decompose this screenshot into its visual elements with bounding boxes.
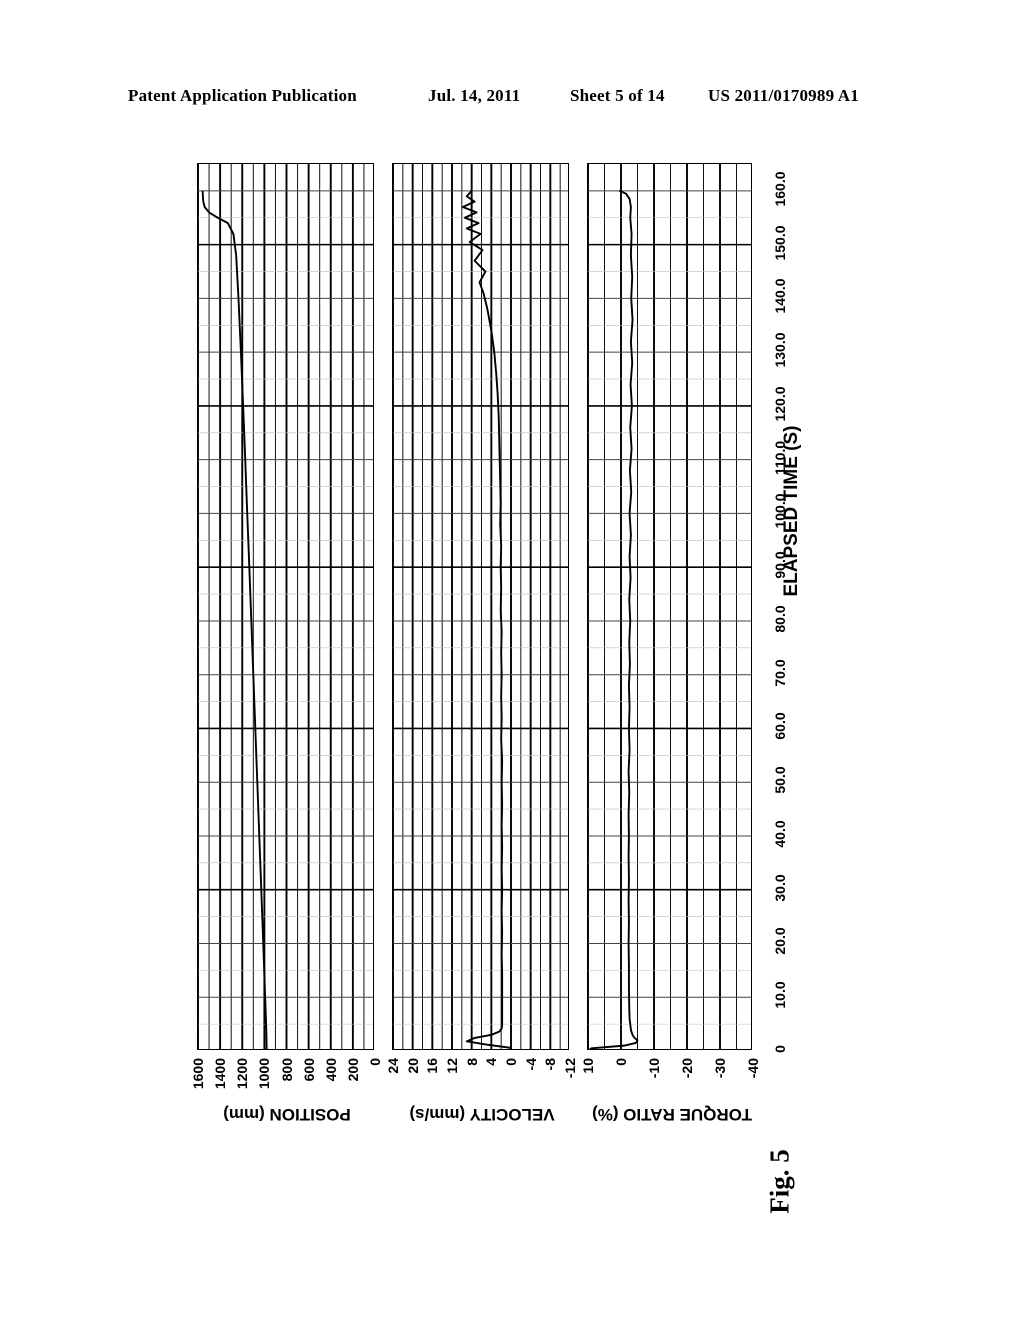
chart-velocity xyxy=(392,163,569,1050)
chart-torque-ratio-canvas xyxy=(588,164,751,1049)
elapsed-time-tick-14: 140.0 xyxy=(772,278,788,314)
position-tick-5: 600 xyxy=(300,1058,317,1082)
position-tick-labels: 1600 1400 1200 1000 800 600 400 200 0 xyxy=(190,1058,383,1104)
elapsed-time-tick-5: 50.0 xyxy=(772,766,788,794)
velocity-tick-5: 4 xyxy=(483,1058,500,1066)
velocity-axis-title: VELOCITY (mm/s) xyxy=(409,1105,555,1124)
position-tick-2: 1200 xyxy=(234,1058,251,1090)
position-tick-1: 1400 xyxy=(212,1058,229,1090)
elapsed-time-tick-0: 0 xyxy=(772,1045,788,1053)
torque_ratio-tick-4: -30 xyxy=(712,1058,728,1079)
elapsed-time-tick-16: 160.0 xyxy=(772,171,788,207)
elapsed-time-tick-4: 40.0 xyxy=(772,820,788,848)
position-axis-title: POSITION (mm) xyxy=(223,1105,351,1124)
velocity-tick-4: 8 xyxy=(463,1058,480,1066)
torque_ratio-tick-1: 0 xyxy=(613,1058,629,1066)
elapsed-time-tick-1: 10.0 xyxy=(772,981,788,1009)
torque_ratio-tick-2: -10 xyxy=(646,1058,662,1079)
figure-caption: Fig. 5 xyxy=(760,1130,800,1240)
elapsed-time-tick-3: 30.0 xyxy=(772,874,788,902)
elapsed-time-axis-title-text: ELAPSED TIME (S) xyxy=(781,425,802,597)
torque-ratio-axis-title: TORQUE RATIO (%) xyxy=(592,1105,752,1124)
position-tick-4: 800 xyxy=(278,1058,295,1082)
elapsed-time-tick-6: 60.0 xyxy=(772,712,788,741)
position-tick-0: 1600 xyxy=(190,1058,206,1090)
torque_ratio-tick-5: -40 xyxy=(745,1058,761,1079)
velocity-tick-0: 24 xyxy=(385,1058,401,1074)
chart-position-canvas xyxy=(198,164,373,1049)
torque_ratio-tick-3: -20 xyxy=(679,1058,695,1079)
position-tick-6: 400 xyxy=(322,1058,339,1082)
elapsed-time-tick-13: 130.0 xyxy=(772,332,788,368)
velocity-tick-labels: 24 20 16 12 8 4 0 -4 -8 -12 xyxy=(385,1058,578,1104)
velocity-tick-6: 0 xyxy=(503,1058,519,1066)
velocity-tick-9: -12 xyxy=(562,1058,578,1079)
velocity-tick-1: 20 xyxy=(404,1058,421,1074)
velocity-tick-3: 12 xyxy=(444,1058,460,1074)
position-tick-7: 200 xyxy=(344,1058,361,1082)
velocity-tick-7: -4 xyxy=(522,1058,539,1071)
elapsed-time-tick-15: 150.0 xyxy=(772,225,788,261)
elapsed-time-tick-7: 70.0 xyxy=(772,659,788,687)
position-tick-3: 1000 xyxy=(256,1058,273,1090)
chart-position xyxy=(197,163,374,1050)
elapsed-time-axis-title: ELAPSED TIME (S) xyxy=(772,380,812,640)
torque_ratio-tick-0: 10 xyxy=(580,1058,596,1074)
velocity-tick-2: 16 xyxy=(424,1058,441,1074)
chart-velocity-canvas xyxy=(393,164,568,1049)
chart-torque-ratio xyxy=(587,163,752,1050)
elapsed-time-tick-2: 20.0 xyxy=(772,927,788,956)
figure-caption-text: Fig. 5 xyxy=(764,1149,795,1214)
position-tick-8: 0 xyxy=(367,1058,383,1066)
velocity-tick-8: -8 xyxy=(542,1058,559,1071)
torque-ratio-tick-labels: 10 0 -10 -20 -30 -40 xyxy=(580,1058,761,1104)
figure-5: 1600 1400 1200 1000 800 600 400 200 0 24 20 16 12 8 4… xyxy=(0,0,1024,1320)
